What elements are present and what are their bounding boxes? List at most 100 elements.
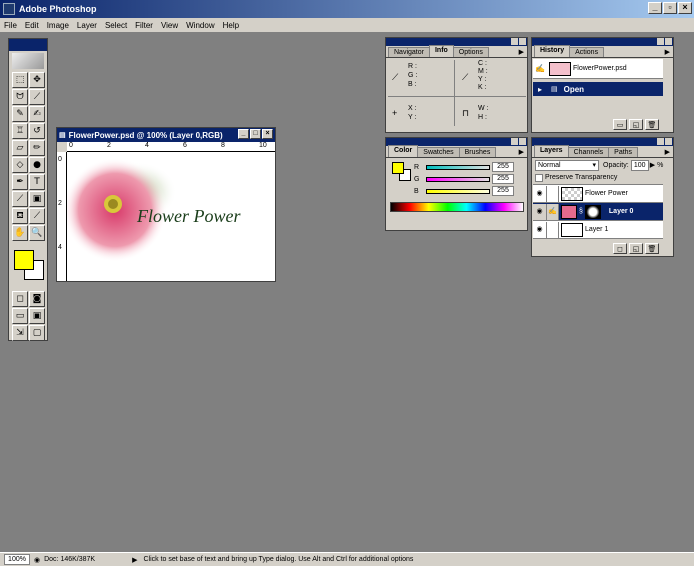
doc-size-icon: ◉ [34, 556, 41, 564]
visibility-eye-icon[interactable]: ◉ [533, 221, 547, 238]
full-screen-icon[interactable]: ▣ [29, 308, 45, 324]
full-screen-no-menu-icon[interactable]: ▢ [29, 325, 45, 341]
tab-navigator[interactable]: Navigator [388, 47, 430, 57]
tab-info[interactable]: Info [428, 45, 454, 57]
menu-edit[interactable]: Edit [25, 21, 39, 30]
tab-channels[interactable]: Channels [567, 147, 610, 157]
ruler-top: 0 2 4 6 8 10 [67, 142, 275, 152]
history-snapshot-row[interactable]: ✍ FlowerPower.psd [533, 59, 663, 79]
document-titlebar[interactable]: ▤ FlowerPower.psd @ 100% (Layer 0,RGB) _… [57, 128, 275, 142]
history-brush-tool-icon[interactable]: ↺ [29, 123, 45, 139]
close-button[interactable]: × [678, 2, 692, 14]
ruler-mark: 2 [107, 142, 111, 149]
quick-mask-mode-icon[interactable]: ◙ [29, 291, 45, 307]
pencil-tool-icon[interactable]: ✏ [29, 140, 45, 156]
link-icon[interactable] [547, 221, 559, 238]
marquee-tool-icon[interactable]: ⬚ [12, 72, 28, 88]
eraser-tool-icon[interactable]: ▱ [12, 140, 28, 156]
tab-paths[interactable]: Paths [608, 147, 639, 157]
doc-size-info[interactable]: Doc: 146K/387K [44, 556, 126, 563]
dodge-tool-icon[interactable]: ● [29, 157, 45, 173]
doc-close-button[interactable]: × [262, 129, 273, 139]
paintbrush-tool-icon[interactable]: ✍ [29, 106, 45, 122]
move-tool-icon[interactable]: ✥ [29, 72, 45, 88]
doc-minimize-button[interactable]: _ [238, 129, 249, 139]
menu-help[interactable]: Help [223, 21, 239, 30]
jump-to-imageready-icon[interactable]: ⇲ [12, 325, 28, 341]
menu-file[interactable]: File [4, 21, 17, 30]
panel-menu-arrow-icon[interactable]: ▶ [665, 148, 670, 156]
standard-screen-icon[interactable]: ▭ [12, 308, 28, 324]
type-tool-icon[interactable]: T [29, 174, 45, 190]
pen-tool-icon[interactable]: ✒ [12, 174, 28, 190]
trash-icon[interactable]: 🗑 [645, 119, 659, 130]
airbrush-tool-icon[interactable]: ✎ [12, 106, 28, 122]
zoom-field[interactable]: 100% [4, 554, 30, 565]
measure-tool-icon[interactable]: ⟋ [12, 191, 28, 207]
tab-layers[interactable]: Layers [534, 145, 569, 157]
image-canvas[interactable]: Flower Power [67, 152, 275, 281]
panel-menu-arrow-icon[interactable]: ▶ [519, 148, 524, 156]
lasso-tool-icon[interactable]: ᗢ [12, 89, 28, 105]
blur-tool-icon[interactable]: ◇ [12, 157, 28, 173]
menu-filter[interactable]: Filter [135, 21, 153, 30]
menu-view[interactable]: View [161, 21, 178, 30]
visibility-eye-icon[interactable]: ◉ [533, 203, 547, 220]
menu-window[interactable]: Window [186, 21, 214, 30]
add-layer-mask-icon[interactable]: ◻ [613, 243, 627, 254]
layer-row-layer-0[interactable]: ◉ ✍ § Layer 0 [533, 203, 663, 221]
magic-wand-tool-icon[interactable]: ⟋ [29, 89, 45, 105]
blend-mode-select[interactable]: Normal ▾ [535, 159, 599, 171]
visibility-eye-icon[interactable]: ◉ [533, 185, 547, 202]
restore-button[interactable]: ▫ [663, 2, 677, 14]
eyedropper-icon: ⟋ [392, 72, 399, 82]
new-document-from-state-icon[interactable]: ▭ [613, 119, 627, 130]
tab-color[interactable]: Color [388, 145, 419, 157]
layer-row-layer-1[interactable]: ◉ Layer 1 [533, 221, 663, 239]
opacity-arrow-icon[interactable]: ▶ [650, 161, 655, 169]
photoshop-logo [12, 53, 44, 69]
tab-actions[interactable]: Actions [569, 47, 605, 57]
paint-bucket-tool-icon[interactable]: ⛾ [12, 208, 28, 224]
tab-history[interactable]: History [534, 45, 571, 57]
red-slider[interactable] [426, 164, 490, 170]
minimize-button[interactable]: _ [648, 2, 662, 14]
gradient-tool-icon[interactable]: ▣ [29, 191, 45, 207]
opacity-field[interactable]: 100 [630, 159, 649, 171]
eyedropper-tool-icon[interactable]: ⟋ [29, 208, 45, 224]
red-value-field[interactable]: 255 [492, 162, 514, 172]
info-panel-titlebar[interactable] [386, 38, 527, 46]
toolbox-titlebar[interactable] [9, 39, 47, 51]
tab-swatches[interactable]: Swatches [417, 147, 460, 157]
foreground-color-swatch[interactable] [14, 250, 34, 270]
standard-mode-icon[interactable]: ◻ [12, 291, 28, 307]
paintbrush-icon[interactable]: ✍ [547, 203, 559, 220]
trash-icon[interactable]: 🗑 [645, 243, 659, 254]
green-value-field[interactable]: 255 [492, 174, 514, 184]
zoom-tool-icon[interactable]: 🔍 [29, 225, 45, 241]
doc-maximize-button[interactable]: □ [250, 129, 261, 139]
link-icon[interactable] [547, 185, 559, 202]
new-layer-icon[interactable]: ◱ [629, 243, 643, 254]
new-snapshot-icon[interactable]: ◱ [629, 119, 643, 130]
rubber-stamp-tool-icon[interactable]: ♖ [12, 123, 28, 139]
tab-brushes[interactable]: Brushes [458, 147, 497, 157]
layer-mask-thumbnail [584, 204, 601, 219]
blue-value-field[interactable]: 255 [492, 186, 514, 196]
color-foreground-swatch[interactable] [392, 162, 404, 174]
blue-slider[interactable] [426, 188, 490, 194]
chevron-down-icon: ▾ [592, 162, 596, 169]
preserve-transparency-checkbox[interactable] [535, 173, 543, 182]
panel-menu-arrow-icon[interactable]: ▶ [519, 48, 524, 56]
tab-options[interactable]: Options [452, 47, 489, 57]
panel-menu-arrow-icon[interactable]: ▶ [665, 48, 670, 56]
history-step-row[interactable]: ▸ ▤ Open [533, 82, 663, 96]
menu-image[interactable]: Image [47, 21, 69, 30]
color-ramp[interactable] [390, 202, 524, 212]
status-arrow-icon[interactable]: ▶ [132, 556, 137, 564]
menu-select[interactable]: Select [105, 21, 127, 30]
menu-layer[interactable]: Layer [77, 21, 97, 30]
green-slider[interactable] [426, 176, 490, 182]
hand-tool-icon[interactable]: ✋ [12, 225, 28, 241]
layer-row-flower-power[interactable]: ◉ Flower Power [533, 185, 663, 203]
